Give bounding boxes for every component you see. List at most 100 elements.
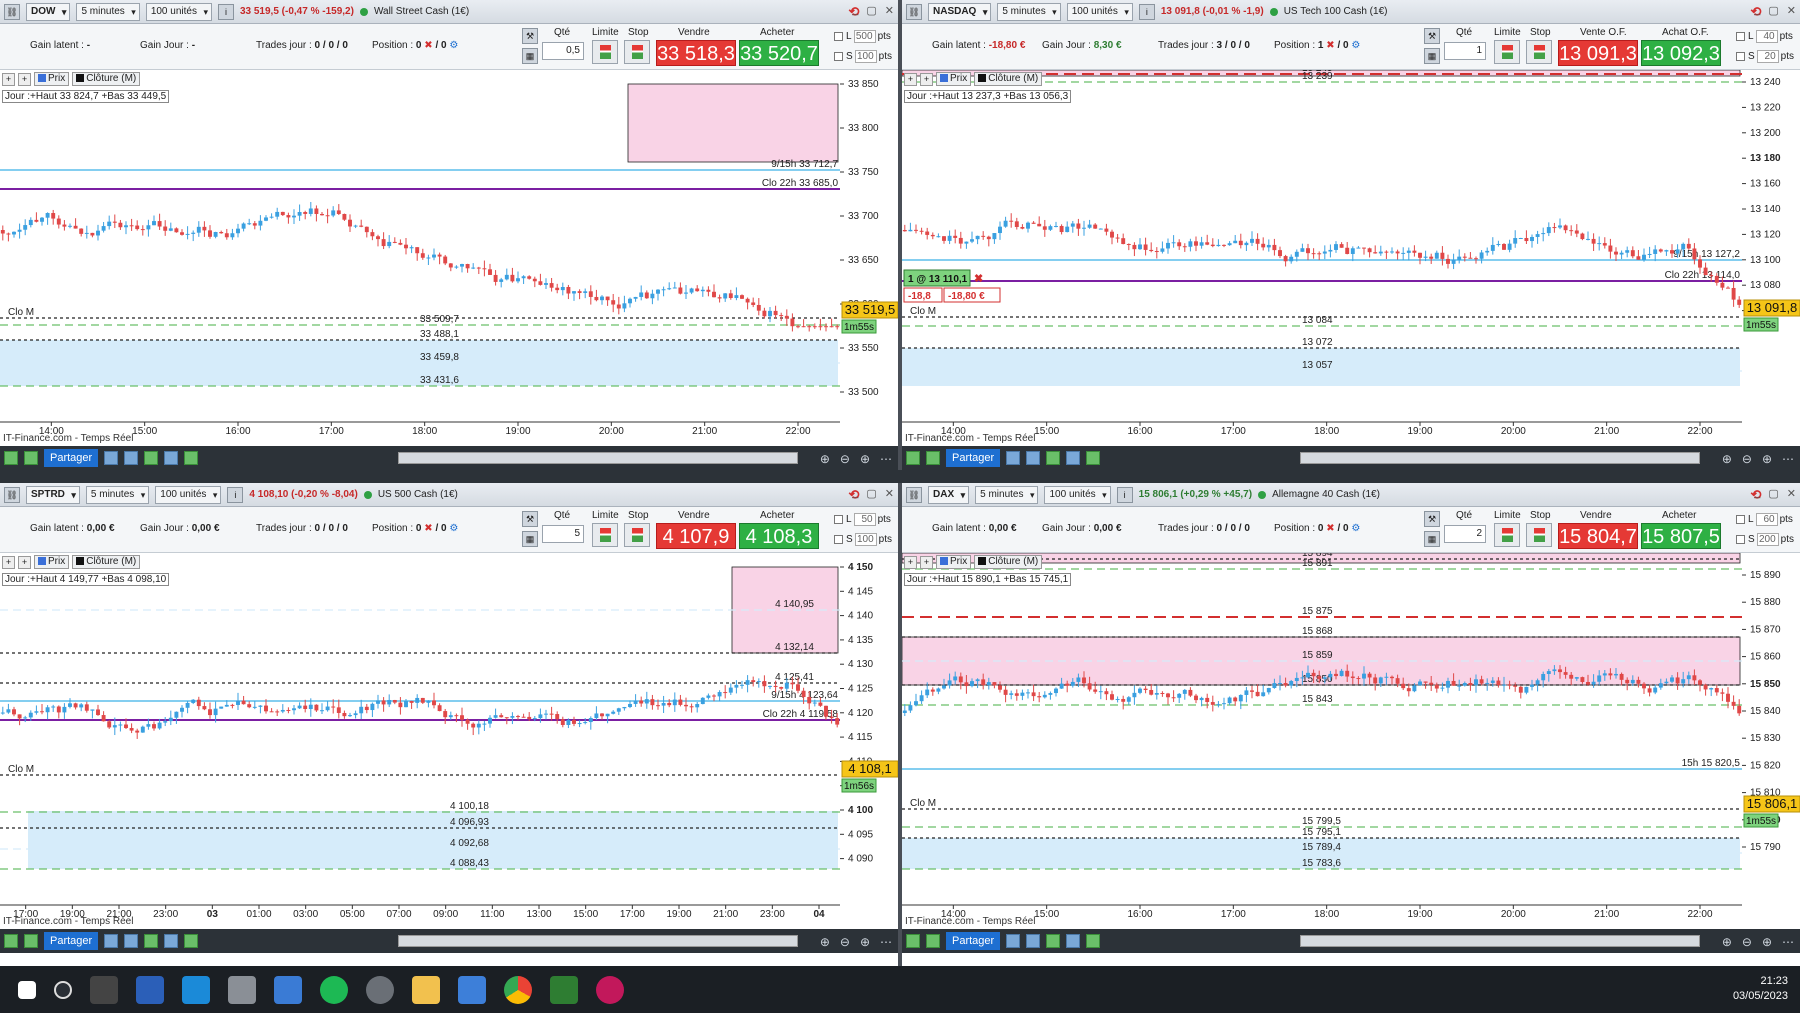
keyboard-icon[interactable]: ▦: [1424, 531, 1440, 547]
link-icon[interactable]: ⛓: [906, 486, 922, 503]
sell-button[interactable]: 13 091,3: [1558, 40, 1638, 66]
symbol-dropdown[interactable]: SPTRD: [26, 485, 80, 504]
game-icon[interactable]: [596, 975, 624, 1004]
add-overlay-icon[interactable]: +: [920, 555, 933, 569]
limit-pts-input[interactable]: 50: [853, 513, 876, 526]
tool-icon-5[interactable]: [184, 934, 199, 948]
quantity-input[interactable]: 1: [1444, 42, 1486, 60]
stop-pts-toggle[interactable]: S 20 pts: [1736, 50, 1794, 63]
zoom-out-icon[interactable]: ⊖: [1742, 452, 1752, 466]
tool-icon-1[interactable]: [104, 451, 119, 465]
app-icon[interactable]: [182, 975, 210, 1004]
zoom-fit-icon[interactable]: ⊕: [820, 935, 830, 949]
quantity-input[interactable]: 2: [1444, 525, 1486, 543]
stop-order-button[interactable]: [624, 523, 650, 547]
tool-icon-3[interactable]: [1046, 934, 1061, 948]
stop-pts-input[interactable]: 100: [854, 50, 877, 63]
maximize-icon[interactable]: ▢: [1768, 4, 1778, 17]
add-overlay-icon[interactable]: +: [920, 72, 933, 86]
timeframe-dropdown[interactable]: 5 minutes: [85, 485, 150, 504]
limit-checkbox[interactable]: [834, 31, 843, 41]
calculator-icon[interactable]: [458, 975, 486, 1004]
stop-order-button[interactable]: [1526, 523, 1552, 547]
wrench-icon[interactable]: ⚒: [522, 511, 538, 527]
zoom-in-icon[interactable]: ⊕: [860, 935, 870, 949]
wrench-icon[interactable]: ⚒: [1424, 28, 1440, 44]
keyboard-icon[interactable]: ▦: [522, 531, 538, 547]
tool-icon-2[interactable]: [1026, 451, 1041, 465]
word-icon[interactable]: [136, 975, 164, 1004]
tool-icon-3[interactable]: [144, 451, 159, 465]
minimize-icon[interactable]: _: [1754, 487, 1760, 500]
tool-icon-4[interactable]: [164, 451, 179, 465]
add-indicator-icon[interactable]: +: [904, 72, 917, 86]
stop-checkbox[interactable]: [834, 534, 843, 544]
spotify-icon[interactable]: [320, 975, 348, 1004]
maximize-icon[interactable]: ▢: [866, 4, 876, 17]
position-settings-icon[interactable]: ⚙: [449, 523, 458, 534]
buy-button[interactable]: 13 092,3: [1641, 40, 1721, 66]
chart-scrollbar[interactable]: [398, 935, 798, 947]
more-icon[interactable]: ⋯: [1782, 452, 1794, 466]
minimize-icon[interactable]: _: [852, 487, 858, 500]
stop-pts-input[interactable]: 100: [854, 533, 877, 546]
chrome-icon[interactable]: [504, 975, 532, 1004]
tool-icon-5[interactable]: [1086, 934, 1101, 948]
folder-icon[interactable]: [412, 975, 440, 1004]
keyboard-icon[interactable]: ▦: [1424, 48, 1440, 64]
zoom-out-icon[interactable]: ⊖: [840, 452, 850, 466]
stop-order-button[interactable]: [624, 40, 650, 64]
stop-checkbox[interactable]: [834, 51, 843, 61]
close-icon[interactable]: ✕: [885, 487, 894, 500]
zoom-out-icon[interactable]: ⊖: [840, 935, 850, 949]
draw-tool-icon[interactable]: [4, 934, 18, 948]
stop-pts-toggle[interactable]: S 100 pts: [834, 50, 892, 63]
chart-type-icon[interactable]: [926, 451, 940, 465]
units-dropdown[interactable]: 100 unités: [1066, 2, 1133, 21]
link-icon[interactable]: ⛓: [4, 486, 20, 503]
chart-canvas[interactable]: 15 89415 89115 87515 86815 85915 85015 8…: [902, 553, 1800, 929]
close-position-icon[interactable]: ✖: [1326, 40, 1334, 51]
draw-tool-icon[interactable]: [906, 451, 920, 465]
legend-cloture[interactable]: Clôture (M): [974, 555, 1043, 569]
wrench-icon[interactable]: ⚒: [522, 28, 538, 44]
share-button[interactable]: Partager: [946, 449, 1001, 467]
minimize-icon[interactable]: _: [852, 4, 858, 17]
close-icon[interactable]: ✕: [1787, 4, 1796, 17]
stop-pts-input[interactable]: 200: [1756, 533, 1779, 546]
zoom-fit-icon[interactable]: ⊕: [820, 452, 830, 466]
stop-pts-toggle[interactable]: S 100 pts: [834, 533, 892, 546]
price-chart[interactable]: 9/15h 33 712,7 Clo 22h 33 685,0 Clo M 33 50…: [0, 70, 898, 446]
limit-order-button[interactable]: [592, 523, 618, 547]
symbol-dropdown[interactable]: DAX: [928, 485, 970, 504]
legend-prix[interactable]: Prix: [936, 555, 972, 569]
share-button[interactable]: Partager: [44, 932, 99, 950]
chart-type-icon[interactable]: [24, 451, 38, 465]
close-position-x-icon[interactable]: ✖: [974, 273, 983, 285]
price-chart[interactable]: 15 894 15 891 15 875 15 868 15 859 15 850 15 8…: [902, 553, 1800, 929]
tool-icon-4[interactable]: [1066, 451, 1081, 465]
legend-cloture[interactable]: Clôture (M): [72, 555, 141, 569]
chart-scrollbar[interactable]: [398, 452, 798, 464]
sell-button[interactable]: 4 107,9: [656, 523, 736, 549]
open-position-tag[interactable]: 1 @ 13 110,1 ✖ -18,8 -18,80 €: [903, 269, 1001, 303]
chart-scrollbar[interactable]: [1300, 452, 1700, 464]
tool-icon-1[interactable]: [1006, 451, 1021, 465]
zoom-in-icon[interactable]: ⊕: [860, 452, 870, 466]
zoom-fit-icon[interactable]: ⊕: [1722, 935, 1732, 949]
tool-icon-1[interactable]: [1006, 934, 1021, 948]
more-icon[interactable]: ⋯: [1782, 935, 1794, 949]
link-icon[interactable]: ⛓: [906, 3, 922, 20]
tool-icon-4[interactable]: [164, 934, 179, 948]
buy-button[interactable]: 15 807,5: [1641, 523, 1721, 549]
limit-order-button[interactable]: [592, 40, 618, 64]
tool-icon-3[interactable]: [144, 934, 159, 948]
units-dropdown[interactable]: 100 unités: [145, 2, 212, 21]
add-indicator-icon[interactable]: +: [2, 72, 15, 86]
legend-prix[interactable]: Prix: [936, 72, 972, 86]
symbol-dropdown[interactable]: DOW: [26, 2, 71, 21]
panel-separator-horizontal[interactable]: [0, 470, 1800, 483]
limit-order-button[interactable]: [1494, 40, 1520, 64]
sell-button[interactable]: 33 518,3: [656, 40, 736, 66]
draw-tool-icon[interactable]: [906, 934, 920, 948]
